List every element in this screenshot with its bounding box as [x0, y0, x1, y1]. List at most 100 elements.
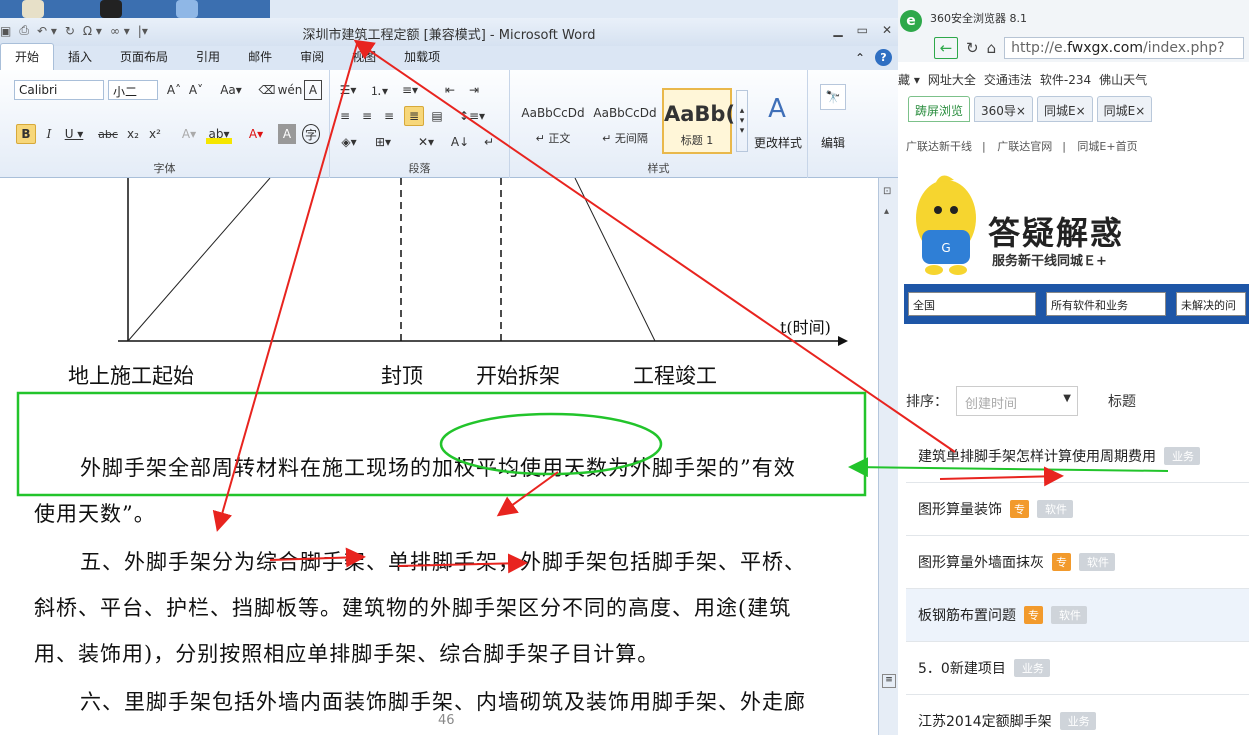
show-marks-icon[interactable]: ↵ [480, 132, 498, 152]
site-nav-link[interactable]: 同城E+首页 [1077, 140, 1137, 153]
site-nav-link[interactable]: 广联达官网 [997, 140, 1052, 153]
list-item[interactable]: 江苏2014定额脚手架 业务 [906, 695, 1249, 735]
site-nav-link[interactable]: 广联达新干线 [906, 140, 972, 153]
category-tag: 业务 [1164, 447, 1200, 465]
grow-font-icon[interactable]: A˄ [164, 80, 184, 100]
question-title[interactable]: 5．0新建项目 [918, 658, 1006, 678]
view-toggle-icon[interactable]: ≡ [882, 674, 896, 688]
styles-scroll[interactable]: ▴ ▾ ▾ [736, 90, 748, 152]
sort-icon[interactable]: A↓ [450, 132, 470, 152]
list-item[interactable]: 5．0新建项目 业务 [906, 642, 1249, 695]
list-item[interactable]: 图形算量外墙面抹灰专软件 [906, 536, 1249, 589]
align-right-icon[interactable]: ≡ [380, 106, 398, 126]
paragraph-line: 六、里脚手架包括外墙内面装饰脚手架、内墙砌筑及装饰用脚手架、外走廊 [80, 690, 806, 714]
browser-tab[interactable]: 同城E× [1036, 96, 1093, 122]
browser-tab[interactable]: 踌屏浏览 [908, 96, 971, 122]
line-spacing-icon[interactable]: ↕≡▾ [459, 106, 485, 126]
align-center-icon[interactable]: ≡ [358, 106, 376, 126]
address-bar[interactable]: http://e.fwxgx.com/index.php? [1004, 37, 1245, 59]
back-icon[interactable]: ← [934, 37, 958, 59]
justify-icon[interactable]: ≣ [404, 106, 424, 126]
italic-button[interactable]: I [40, 124, 58, 144]
minimize-ribbon-icon[interactable]: ⌃ [855, 51, 865, 65]
bold-button[interactable]: B [16, 124, 36, 144]
shrink-font-icon[interactable]: A˅ [186, 80, 206, 100]
underline-button[interactable]: U ▾ [62, 124, 86, 144]
bullets-icon[interactable]: ☰▾ [336, 80, 360, 100]
borders-icon[interactable]: ⊞▾ [370, 132, 396, 152]
bookmark-item[interactable]: 交通违法 [984, 71, 1032, 88]
document-page[interactable]: t(时间) 地上施工起始 封顶 开始拆架 工程竣工 外脚手架全部周转材料在施工现… [0, 178, 878, 735]
tab-insert[interactable]: 插入 [54, 44, 106, 70]
folder-icon[interactable] [22, 0, 44, 18]
decrease-indent-icon[interactable]: ⇤ [440, 80, 460, 100]
tab-view[interactable]: 视图 [338, 44, 390, 70]
change-styles-label[interactable]: 更改样式 [750, 134, 806, 151]
list-item[interactable]: 图形算量装饰专软件 [906, 483, 1249, 536]
multilevel-icon[interactable]: ≡▾ [398, 80, 422, 100]
highlight-icon[interactable]: ab▾ [206, 124, 232, 144]
list-item[interactable]: 板钢筋布置问题专软件 [906, 589, 1249, 642]
region-select[interactable]: 全国 [908, 292, 1036, 316]
numbering-icon[interactable]: ⒈▾ [366, 80, 392, 100]
shading-icon[interactable]: ◈▾ [336, 132, 362, 152]
category-select[interactable]: 所有软件和业务 [1046, 292, 1166, 316]
bookmark-item[interactable]: 网址大全 [928, 71, 976, 88]
char-border-icon[interactable]: A [304, 80, 322, 100]
distributed-icon[interactable]: ▤ [428, 106, 446, 126]
question-title[interactable]: 图形算量装饰 [918, 499, 1002, 519]
tab-home[interactable]: 开始 [0, 43, 55, 70]
style-heading-1[interactable]: AaBb( 标题 1 [662, 88, 735, 154]
sort-select[interactable]: 创建时间 ▼ [956, 386, 1078, 416]
bookmark-item[interactable]: 软件-234 [1040, 71, 1091, 88]
question-title[interactable]: 江苏2014定额脚手架 [918, 711, 1052, 731]
bookmark-item[interactable]: 佛山天气 [1099, 71, 1147, 88]
change-styles-icon[interactable]: A [752, 94, 802, 124]
app-icon[interactable] [176, 0, 198, 18]
question-title[interactable]: 板钢筋布置问题 [918, 605, 1016, 625]
bookmark-item[interactable]: 藏 ▾ [898, 71, 920, 88]
home-icon[interactable]: ⌂ [987, 39, 997, 57]
asian-layout-icon[interactable]: ✕▾ [412, 132, 440, 152]
site-nav: 广联达新干线 | 广联达官网 | 同城E+首页 [906, 140, 1138, 153]
browser-tab[interactable]: 同城E× [1096, 96, 1153, 122]
tab-references[interactable]: 引用 [182, 44, 234, 70]
editing-label[interactable]: 编辑 [808, 134, 858, 151]
align-left-icon[interactable]: ≡ [336, 106, 354, 126]
subscript-button[interactable]: x₂ [124, 124, 142, 144]
vertical-scrollbar[interactable]: ⊡ ▴ ≡ [878, 178, 898, 735]
text-effect-icon[interactable]: A▾ [178, 124, 200, 144]
maximize-icon[interactable]: ▭ [857, 23, 868, 37]
special-badge: 专 [1010, 500, 1029, 518]
strikethrough-button[interactable]: abc [96, 124, 120, 144]
tab-review[interactable]: 审阅 [286, 44, 338, 70]
refresh-icon[interactable]: ↻ [966, 39, 979, 57]
enclose-char-icon[interactable]: 字 [302, 124, 320, 144]
increase-indent-icon[interactable]: ⇥ [464, 80, 484, 100]
ruler-toggle-icon[interactable]: ⊡ [883, 186, 891, 197]
font-name-box[interactable]: Calibri [14, 80, 104, 100]
superscript-button[interactable]: x² [146, 124, 164, 144]
browser-tab[interactable]: 360导× [974, 96, 1033, 122]
tab-addins[interactable]: 加载项 [390, 44, 454, 70]
font-color-icon[interactable]: A▾ [244, 124, 268, 144]
close-icon[interactable]: ✕ [882, 23, 892, 37]
question-title[interactable]: 图形算量外墙面抹灰 [918, 552, 1044, 572]
phonetic-icon[interactable]: wén [278, 80, 303, 100]
change-case-icon[interactable]: Aa▾ [218, 80, 244, 100]
tab-mailings[interactable]: 邮件 [234, 44, 286, 70]
font-size-box[interactable]: 小二 [108, 80, 158, 100]
style-no-spacing[interactable]: AaBbCcDd ↵ 无间隔 [590, 88, 660, 154]
qq-icon[interactable] [100, 0, 122, 18]
tab-page-layout[interactable]: 页面布局 [106, 44, 182, 70]
question-title[interactable]: 建筑单排脚手架怎样计算使用周期费用 [918, 446, 1156, 466]
minimize-icon[interactable]: ▁ [833, 23, 842, 37]
find-icon[interactable]: 🔭 [820, 84, 846, 110]
scroll-up-icon[interactable]: ▴ [884, 206, 889, 217]
char-shading-icon[interactable]: A [278, 124, 296, 144]
help-icon[interactable]: ? [875, 49, 892, 66]
clear-format-icon[interactable]: ⌫ [258, 80, 276, 100]
status-select[interactable]: 未解决的问 [1176, 292, 1246, 316]
style-normal[interactable]: AaBbCcDd ↵ 正文 [518, 88, 588, 154]
list-item[interactable]: 建筑单排脚手架怎样计算使用周期费用 业务 [906, 430, 1249, 483]
